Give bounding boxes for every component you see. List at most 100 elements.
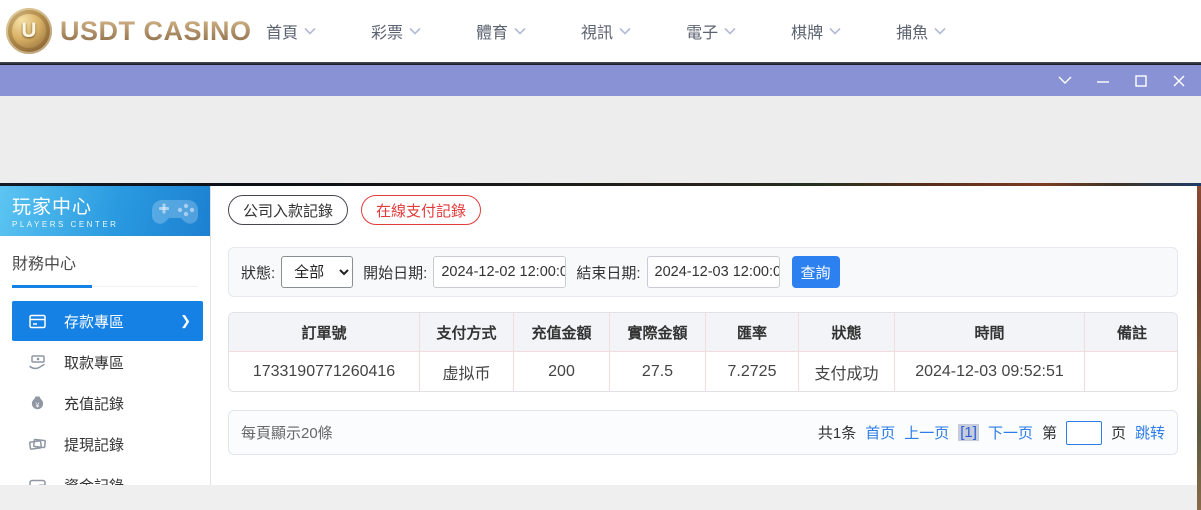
page-number-input[interactable] [1066,421,1102,445]
main-menu: 首頁 彩票 體育 視訊 電子 棋牌 [266,19,946,43]
cell-pay-method: 虚拟币 [419,352,513,391]
sidebar-menu: 存款專區 ❯ 取款專區 ¥ 充值記錄 提現記錄 資金記錄 [0,301,210,505]
start-date-label: 開始日期: [363,262,427,283]
chevron-down-icon [304,27,316,35]
withdraw-icon [28,353,47,372]
nav-label: 視訊 [581,19,613,43]
end-date-input[interactable] [647,256,780,288]
nav-item-lottery[interactable]: 彩票 [371,19,421,43]
spacer-band [0,96,1201,183]
sidebar-item-label: 充值記錄 [64,393,124,414]
col-remark: 備註 [1084,313,1178,352]
sidebar-section-title: 財務中心 [12,250,198,287]
nav-label: 首頁 [266,19,298,43]
tab-company-deposit-record[interactable]: 公司入款記錄 [228,195,348,225]
cell-recharge-amount: 200 [513,352,609,391]
brand-coin-icon: U [6,8,52,54]
cell-actual-amount: 27.5 [609,352,705,391]
nav-item-chess[interactable]: 棋牌 [791,19,841,43]
close-icon[interactable] [1171,73,1187,89]
chevron-down-icon [409,27,421,35]
records-table-wrap: 訂單號 支付方式 充值金額 實際金額 匯率 狀態 時間 備註 173319077 [228,312,1178,392]
sidebar-item-withdrawal-record[interactable]: 提現記錄 [0,424,210,464]
chevron-down-icon [829,27,841,35]
sidebar-item-deposit[interactable]: 存款專區 ❯ [12,301,203,341]
status-label: 狀態: [241,262,275,283]
brand-logo[interactable]: U USDT CASINO [0,8,252,54]
brand-name: USDT CASINO [60,16,252,47]
prev-page-link[interactable]: 上一页 [904,422,949,443]
nav-label: 電子 [686,19,718,43]
sidebar-item-label: 存款專區 [64,311,124,332]
chevron-down-icon [934,27,946,35]
sidebar-item-label: 提現記錄 [64,434,124,455]
total-count-text: 共1条 [818,422,856,443]
filter-bar: 狀態: 全部 開始日期: 結束日期: 查詢 [228,247,1178,297]
bottom-band [0,485,1197,510]
cell-remark [1084,352,1178,391]
col-time: 時間 [894,313,1084,352]
current-page-badge: [1] [958,424,979,441]
col-recharge-amount: 充值金額 [513,313,609,352]
col-actual-amount: 實際金額 [609,313,705,352]
chevron-down-icon[interactable] [1057,73,1073,89]
sidebar: 玩家中心 PLAYERS CENTER 財務中心 存款專區 ❯ [0,186,211,485]
maximize-icon[interactable] [1133,73,1149,89]
nav-item-home[interactable]: 首頁 [266,19,316,43]
first-page-link[interactable]: 首页 [865,422,895,443]
tab-online-payment-record[interactable]: 在線支付記錄 [361,195,481,225]
cell-order-no: 1733190771260416 [229,352,419,391]
window-titlebar [0,65,1201,96]
col-status: 狀態 [798,313,894,352]
pagination-bar: 每頁顯示20條 共1条 首页 上一页 [1] 下一页 第 页 跳转 [228,410,1178,455]
cell-status: 支付成功 [798,352,894,391]
table-header-row: 訂單號 支付方式 充值金額 實際金額 匯率 狀態 時間 備註 [229,313,1178,352]
end-date-label: 結束日期: [576,262,640,283]
chevron-down-icon [514,27,526,35]
nav-label: 彩票 [371,19,403,43]
content-panel: 玩家中心 PLAYERS CENTER 財務中心 存款專區 ❯ [0,186,1197,485]
nav-label: 捕魚 [896,19,928,43]
gamepad-icon [148,194,202,228]
col-order-no: 訂單號 [229,313,419,352]
search-button[interactable]: 查詢 [792,256,840,288]
cell-rate: 7.2725 [705,352,798,391]
jump-link[interactable]: 跳转 [1135,422,1165,443]
jump-suffix-text: 页 [1111,422,1126,443]
chevron-right-icon: ❯ [180,313,191,329]
nav-item-sports[interactable]: 體育 [476,19,526,43]
chevron-down-icon [619,27,631,35]
nav-item-fishing[interactable]: 捕魚 [896,19,946,43]
col-rate: 匯率 [705,313,798,352]
sidebar-item-label: 取款專區 [64,352,124,373]
main-content: 公司入款記錄 在線支付記錄 狀態: 全部 開始日期: 結束日期: 查詢 訂 [212,186,1197,485]
status-select[interactable]: 全部 [281,256,353,288]
next-page-link[interactable]: 下一页 [988,422,1033,443]
table-row: 1733190771260416 虚拟币 200 27.5 7.2725 支付成… [229,352,1178,391]
minimize-icon[interactable] [1095,73,1111,89]
money-bag-icon: ¥ [28,394,47,413]
deposit-icon [28,312,47,331]
nav-item-slots[interactable]: 電子 [686,19,736,43]
nav-item-live[interactable]: 視訊 [581,19,631,43]
brand-coin-letter: U [21,19,36,43]
pagination-controls: 共1条 首页 上一页 [1] 下一页 第 页 跳转 [818,421,1165,445]
nav-label: 棋牌 [791,19,823,43]
top-nav-bar: U USDT CASINO 首頁 彩票 體育 視訊 電子 [0,0,1201,62]
app-window: U USDT CASINO 首頁 彩票 體育 視訊 電子 [0,0,1201,510]
cell-time: 2024-12-03 09:52:51 [894,352,1084,391]
sidebar-item-withdraw[interactable]: 取款專區 [0,342,210,382]
records-table: 訂單號 支付方式 充值金額 實際金額 匯率 狀態 時間 備註 173319077 [229,313,1178,391]
svg-text:¥: ¥ [36,402,40,409]
col-pay-method: 支付方式 [419,313,513,352]
page-size-text: 每頁顯示20條 [241,422,333,443]
banknotes-icon [28,435,47,454]
record-tabs: 公司入款記錄 在線支付記錄 [228,195,481,225]
nav-label: 體育 [476,19,508,43]
jump-prefix-text: 第 [1042,422,1057,443]
start-date-input[interactable] [433,256,566,288]
sidebar-header: 玩家中心 PLAYERS CENTER [0,186,210,236]
sidebar-item-recharge-record[interactable]: ¥ 充值記錄 [0,383,210,423]
background-edge-strip [1197,186,1201,510]
chevron-down-icon [724,27,736,35]
